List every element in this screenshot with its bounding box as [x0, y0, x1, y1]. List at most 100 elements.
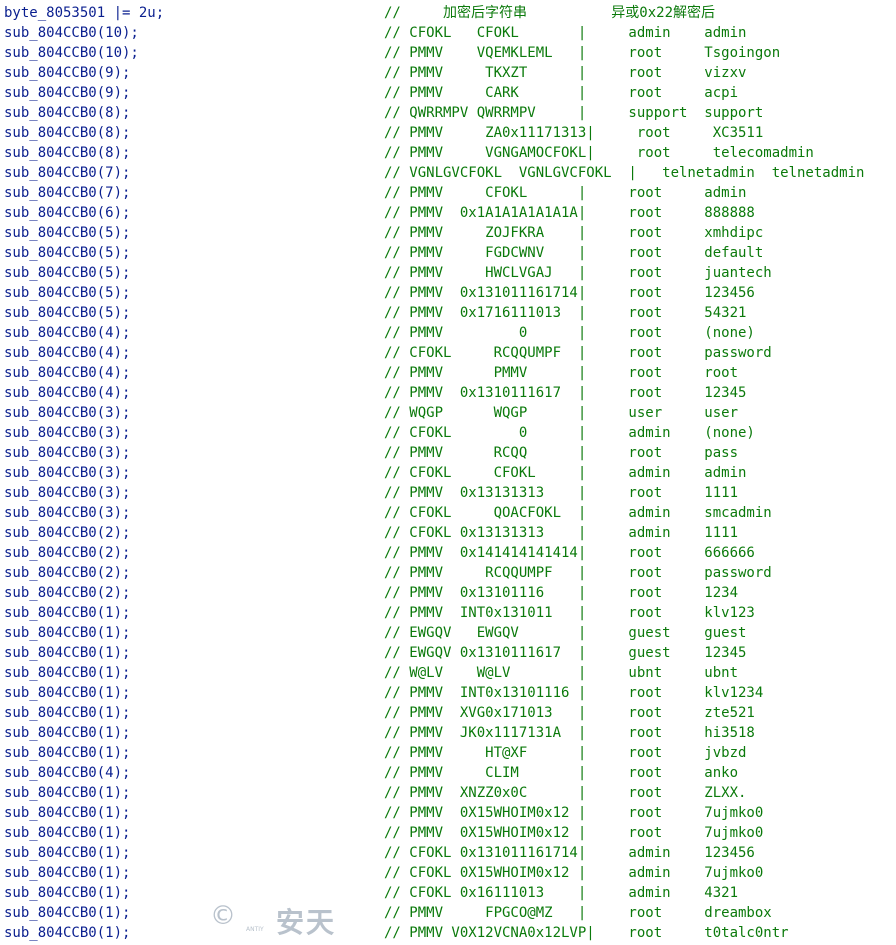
function-call: sub_804CCB0(1);: [4, 825, 131, 841]
function-call: sub_804CCB0(10);: [4, 45, 139, 61]
code-line[interactable]: sub_804CCB0(1); // PMMV JK0x1117131A | ro…: [0, 723, 896, 743]
credential-comment: // PMMV CFOKL | root admin: [384, 185, 747, 201]
code-line[interactable]: sub_804CCB0(5); // PMMV FGDCWNV | root de…: [0, 243, 896, 263]
code-line[interactable]: sub_804CCB0(9); // PMMV CARK | root acpi: [0, 83, 896, 103]
code-line[interactable]: sub_804CCB0(5); // PMMV 0x1716111013 | ro…: [0, 303, 896, 323]
credential-comment: // CFOKL 0x16111013 | admin 4321: [384, 885, 739, 901]
code-line[interactable]: sub_804CCB0(1); // EWGQV EWGQV | guest gu…: [0, 623, 896, 643]
top-fragment-right: (): [230, 0, 247, 1]
code-line[interactable]: sub_804CCB0(1); // PMMV XVG0x171013 | roo…: [0, 703, 896, 723]
function-call: sub_804CCB0(4);: [4, 345, 131, 361]
credential-comment: // WQGP WQGP | user user: [384, 405, 739, 421]
function-call: sub_804CCB0(3);: [4, 425, 131, 441]
function-call: sub_804CCB0(1);: [4, 705, 131, 721]
credential-comment: // PMMV HT@XF | root jvbzd: [384, 745, 747, 761]
credential-comment: // EWGQV 0x1310111617 | guest 12345: [384, 645, 747, 661]
code-line[interactable]: sub_804CCB0(4); // PMMV CLIM | root anko: [0, 763, 896, 783]
code-line[interactable]: sub_804CCB0(8); // PMMV ZA0x11171313| roo…: [0, 123, 896, 143]
code-line[interactable]: sub_804CCB0(9); // PMMV TKXZT | root vizx…: [0, 63, 896, 83]
function-call: sub_804CCB0(1);: [4, 805, 131, 821]
function-call: sub_804CCB0(8);: [4, 145, 131, 161]
code-line[interactable]: sub_804CCB0(2); // PMMV RCQQUMPF | root p…: [0, 563, 896, 583]
function-call: sub_804CCB0(2);: [4, 565, 131, 581]
code-line[interactable]: sub_804CCB0(8); // PMMV VGNGAMOCFOKL| roo…: [0, 143, 896, 163]
code-line[interactable]: sub_804CCB0(1); // CFOKL 0x131011161714| …: [0, 843, 896, 863]
code-line[interactable]: sub_804CCB0(3); // CFOKL 0 | admin (none): [0, 423, 896, 443]
credential-comment: // PMMV XVG0x171013 | root zte521: [384, 705, 755, 721]
code-line[interactable]: sub_804CCB0(1); // PMMV 0X15WHOIM0x12 | r…: [0, 823, 896, 843]
function-call: sub_804CCB0(3);: [4, 405, 131, 421]
credential-comment: // CFOKL 0X15WHOIM0x12 | admin 7ujmko0: [384, 865, 764, 881]
code-line[interactable]: sub_804CCB0(1); // CFOKL 0x16111013 | adm…: [0, 883, 896, 903]
credential-comment: // PMMV INT0x13101116 | root klv1234: [384, 685, 764, 701]
code-line[interactable]: sub_804CCB0(6); // PMMV 0x1A1A1A1A1A1A| r…: [0, 203, 896, 223]
credential-comment: // CFOKL QOACFOKL | admin smcadmin: [384, 505, 772, 521]
code-line[interactable]: sub_804CCB0(8); // QWRRMPV QWRRMPV | supp…: [0, 103, 896, 123]
function-call: sub_804CCB0(5);: [4, 225, 131, 241]
statement: byte_8053501 |= 2u;: [4, 5, 165, 21]
code-line[interactable]: sub_804CCB0(1); // W@LV W@LV | ubnt ubnt: [0, 663, 896, 683]
function-call: sub_804CCB0(5);: [4, 305, 131, 321]
code-line[interactable]: sub_804CCB0(5); // PMMV ZOJFKRA | root xm…: [0, 223, 896, 243]
code-line[interactable]: sub_804CCB0(1); // EWGQV 0x1310111617 | g…: [0, 643, 896, 663]
credential-comment: // PMMV 0x1A1A1A1A1A1A| root 888888: [384, 205, 755, 221]
code-line[interactable]: sub_804CCB0(4); // PMMV PMMV | root root: [0, 363, 896, 383]
credential-comment: // PMMV CLIM | root anko: [384, 765, 739, 781]
code-line[interactable]: sub_804CCB0(7); // PMMV CFOKL | root admi…: [0, 183, 896, 203]
function-call: sub_804CCB0(1);: [4, 845, 131, 861]
credential-comment: // CFOKL 0x13131313 | admin 1111: [384, 525, 739, 541]
code-line[interactable]: sub_804CCB0(1); // PMMV FPGCO@MZ | root d…: [0, 903, 896, 923]
code-line[interactable]: sub_804CCB0(1); // PMMV INT0x131011 | roo…: [0, 603, 896, 623]
code-line[interactable]: sub_804CCB0(3); // WQGP WQGP | user user: [0, 403, 896, 423]
credential-comment: // PMMV 0x13131313 | root 1111: [384, 485, 739, 501]
code-line-header[interactable]: byte_8053501 |= 2u; // 加密后字符串 异或0x22解密后: [0, 3, 896, 23]
credential-comment: // PMMV VGNGAMOCFOKL| root telecomadmin: [384, 145, 814, 161]
code-line[interactable]: sub_804CCB0(1); // PMMV V0X12VCNA0x12LVP|…: [0, 923, 896, 943]
code-line[interactable]: sub_804CCB0(4); // CFOKL RCQQUMPF | root …: [0, 343, 896, 363]
function-call: sub_804CCB0(3);: [4, 505, 131, 521]
function-call: sub_804CCB0(1);: [4, 905, 131, 921]
code-line[interactable]: sub_804CCB0(3); // PMMV 0x13131313 | root…: [0, 483, 896, 503]
column-header-comment: // 加密后字符串 异或0x22解密后: [384, 5, 716, 21]
code-line[interactable]: sub_804CCB0(2); // PMMV 0x141414141414| r…: [0, 543, 896, 563]
function-call: sub_804CCB0(7);: [4, 165, 131, 181]
code-line[interactable]: sub_804CCB0(5); // PMMV HWCLVGAJ | root j…: [0, 263, 896, 283]
credential-comment: // PMMV 0X15WHOIM0x12 | root 7ujmko0: [384, 825, 764, 841]
code-line[interactable]: sub_804CCB0(2); // PMMV 0x13101116 | root…: [0, 583, 896, 603]
code-line[interactable]: sub_804CCB0(3); // CFOKL QOACFOKL | admin…: [0, 503, 896, 523]
credential-comment: // CFOKL CFOKL | admin admin: [384, 465, 747, 481]
code-line[interactable]: sub_804CCB0(1); // PMMV XNZZ0x0C | root Z…: [0, 783, 896, 803]
credential-comment: // EWGQV EWGQV | guest guest: [384, 625, 747, 641]
function-call: sub_804CCB0(1);: [4, 885, 131, 901]
function-call: sub_804CCB0(9);: [4, 65, 131, 81]
code-line[interactable]: sub_804CCB0(1); // PMMV 0X15WHOIM0x12 | r…: [0, 803, 896, 823]
code-line[interactable]: sub_804CCB0(1); // CFOKL 0X15WHOIM0x12 | …: [0, 863, 896, 883]
function-call: sub_804CCB0(1);: [4, 865, 131, 881]
code-line[interactable]: sub_804CCB0(10); // PMMV VQEMKLEML | root…: [0, 43, 896, 63]
credential-comment: // PMMV FGDCWNV | root default: [384, 245, 764, 261]
credential-comment: // PMMV ZA0x11171313| root XC3511: [384, 125, 764, 141]
credential-comment: // CFOKL CFOKL | admin admin: [384, 25, 747, 41]
credential-comment: // PMMV 0x1310111617 | root 12345: [384, 385, 747, 401]
credential-comment: // PMMV 0 | root (none): [384, 325, 755, 341]
code-line[interactable]: sub_804CCB0(4); // PMMV 0x1310111617 | ro…: [0, 383, 896, 403]
code-line[interactable]: sub_804CCB0(1); // PMMV INT0x13101116 | r…: [0, 683, 896, 703]
function-call: sub_804CCB0(2);: [4, 545, 131, 561]
credential-comment: // QWRRMPV QWRRMPV | support support: [384, 105, 764, 121]
credential-comment: // PMMV 0x1716111013 | root 54321: [384, 305, 747, 321]
function-call: sub_804CCB0(2);: [4, 525, 131, 541]
credential-comment: // PMMV VQEMKLEML | root Tsgoingon: [384, 45, 781, 61]
code-line[interactable]: sub_804CCB0(2); // CFOKL 0x13131313 | adm…: [0, 523, 896, 543]
code-view[interactable]: () byte_8053501 |= 2u; // 加密后字符串 异或0x22解…: [0, 0, 896, 945]
code-line[interactable]: sub_804CCB0(1); // PMMV HT@XF | root jvbz…: [0, 743, 896, 763]
code-line[interactable]: sub_804CCB0(7); // VGNLGVCFOKL VGNLGVCFOK…: [0, 163, 896, 183]
credential-comment: // PMMV CARK | root acpi: [384, 85, 739, 101]
code-line[interactable]: sub_804CCB0(4); // PMMV 0 | root (none): [0, 323, 896, 343]
code-line[interactable]: sub_804CCB0(10); // CFOKL CFOKL | admin a…: [0, 23, 896, 43]
code-line[interactable]: sub_804CCB0(5); // PMMV 0x131011161714| r…: [0, 283, 896, 303]
function-call: sub_804CCB0(1);: [4, 625, 131, 641]
code-line[interactable]: sub_804CCB0(3); // CFOKL CFOKL | admin ad…: [0, 463, 896, 483]
function-call: sub_804CCB0(3);: [4, 465, 131, 481]
function-call: sub_804CCB0(8);: [4, 105, 131, 121]
code-line[interactable]: sub_804CCB0(3); // PMMV RCQQ | root pass: [0, 443, 896, 463]
